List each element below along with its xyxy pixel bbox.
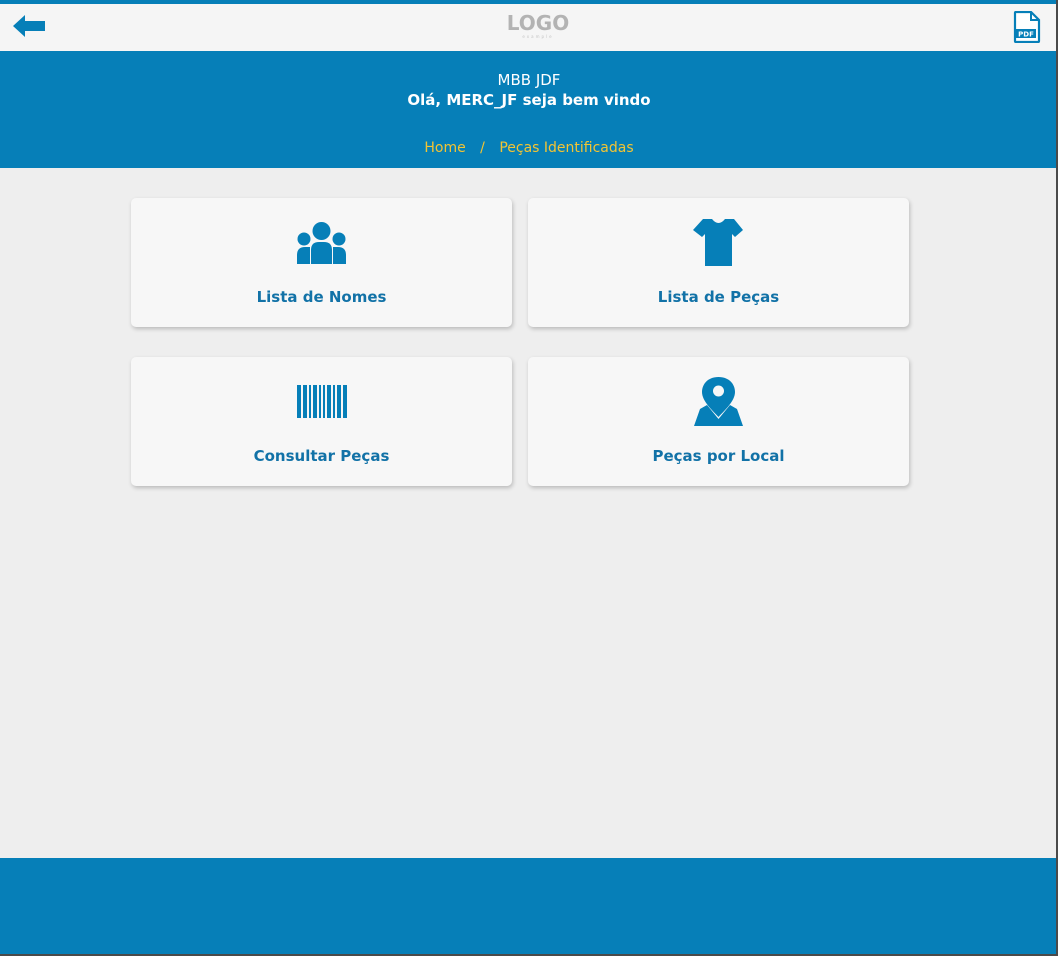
breadcrumb-separator: /: [480, 140, 485, 156]
pdf-export-button[interactable]: PDF: [1013, 10, 1041, 44]
card-consultar-pecas[interactable]: Consultar Peças: [131, 357, 512, 486]
app-logo: LOGO example: [504, 12, 572, 42]
tshirt-icon: [693, 219, 743, 266]
breadcrumb-home[interactable]: Home: [424, 139, 465, 157]
card-label: Peças por Local: [652, 447, 785, 465]
map-marker-icon: [694, 377, 743, 426]
top-toolbar: LOGO example PDF: [0, 4, 1058, 51]
company-name: MBB JDF: [497, 71, 561, 89]
arrow-left-icon: [13, 15, 45, 37]
logo-text: LOGO: [506, 11, 570, 35]
back-button[interactable]: [12, 13, 46, 39]
breadcrumb-current: Peças Identificadas: [499, 140, 634, 156]
card-lista-de-pecas[interactable]: Lista de Peças: [528, 198, 909, 327]
card-label: Lista de Peças: [657, 288, 780, 306]
card-pecas-por-local[interactable]: Peças por Local: [528, 357, 909, 486]
card-lista-de-nomes[interactable]: Lista de Nomes: [131, 198, 512, 327]
users-group-icon: [297, 222, 346, 264]
page-footer: [0, 858, 1058, 956]
card-label: Consultar Peças: [253, 447, 390, 465]
pdf-icon-label: PDF: [1018, 31, 1034, 39]
card-label: Lista de Nomes: [256, 288, 387, 306]
page-header: MBB JDF Olá, MERC_JF seja bem vindo Home…: [0, 51, 1058, 168]
welcome-message: Olá, MERC_JF seja bem vindo: [407, 91, 651, 109]
barcode-icon: [297, 385, 347, 418]
breadcrumb: Home / Peças Identificadas: [0, 139, 1058, 157]
pdf-file-icon: PDF: [1013, 10, 1041, 44]
